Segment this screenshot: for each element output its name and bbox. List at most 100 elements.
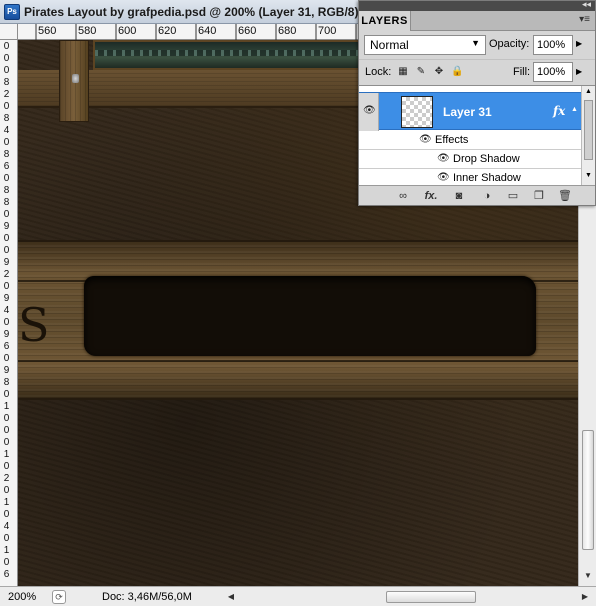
zoom-level[interactable]: 200% (0, 591, 48, 603)
ruler-digit: 0 (3, 317, 10, 328)
ruler-digit: 1 (3, 401, 10, 412)
vertical-ruler[interactable]: 0008208408608809009209409609801000102010… (0, 40, 18, 586)
ruler-digit: 9 (3, 329, 10, 340)
ruler-digit: 0 (3, 137, 10, 148)
horizontal-scroll-thumb[interactable] (386, 590, 476, 603)
effect-name: Inner Shadow (453, 172, 521, 184)
ruler-label: 620 (158, 25, 177, 37)
ruler-digit: 2 (3, 89, 10, 100)
layer-thumbnail (401, 96, 433, 128)
ruler-digit: 8 (3, 77, 10, 88)
ruler-digit: 0 (3, 41, 10, 52)
lock-image-icon[interactable]: ✎ (415, 66, 427, 78)
ruler-digit: 2 (3, 473, 10, 484)
lock-all-icon[interactable]: 🔒 (451, 66, 463, 78)
ruler-digit: 8 (3, 197, 10, 208)
ps-app-icon: Ps (4, 3, 20, 20)
folder-icon[interactable]: ▭ (505, 189, 521, 203)
ruler-digit: 1 (3, 497, 10, 508)
opacity-label: Opacity: (489, 38, 530, 50)
ruler-digit: 0 (3, 533, 10, 544)
ruler-digit: 0 (3, 389, 10, 400)
ruler-digit: 8 (3, 113, 10, 124)
ruler-label: 640 (198, 25, 217, 37)
mask-icon[interactable]: ◙ (451, 189, 467, 203)
ruler-digit: 6 (3, 341, 10, 352)
ruler-label: 680 (278, 25, 297, 37)
effect-name: Drop Shadow (453, 153, 520, 165)
effect-row-inner-shadow[interactable]: 👁 Inner Shadow (359, 169, 581, 185)
ruler-digit: 0 (3, 173, 10, 184)
trash-icon[interactable]: 🗑 (557, 189, 573, 203)
lock-position-icon[interactable]: ✥ (433, 66, 445, 78)
ruler-digit: 0 (3, 101, 10, 112)
status-info-icon[interactable]: ⟳ (52, 589, 66, 604)
layer-row-layer-31[interactable]: 👁 Layer 31 fx ▲ (359, 92, 581, 131)
document-size[interactable]: Doc: 3,46M/56,0M (74, 591, 224, 603)
canvas-sign-cutout (84, 276, 536, 356)
ruler-digit: 1 (3, 449, 10, 460)
ruler-label: 660 (238, 25, 257, 37)
tab-layers[interactable]: LAYERS (359, 11, 411, 31)
layer-name[interactable]: Layer 31 (443, 105, 492, 119)
blend-mode-dropdown[interactable]: Normal ▼ (364, 35, 486, 55)
blend-mode-value: Normal (370, 38, 409, 52)
effects-label: Effects (435, 134, 469, 146)
panel-tab-bar: LAYERS ▾≡ (359, 11, 595, 31)
opacity-field[interactable]: 100% (533, 35, 573, 55)
status-bar: 200% ⟳ Doc: 3,46M/56,0M ◀ ▶ (0, 586, 596, 606)
vertical-scroll-thumb[interactable] (582, 430, 594, 550)
canvas-horizontal-scrollbar[interactable] (238, 590, 578, 604)
ruler-label: 700 (318, 25, 337, 37)
adjustment-icon[interactable]: ◑ (479, 189, 495, 203)
scroll-up-arrow-icon[interactable]: ▲ (585, 88, 592, 95)
scroll-left-arrow-icon[interactable]: ◀ (224, 592, 238, 601)
ruler-digit: 0 (3, 65, 10, 76)
lock-row: Lock: ▦ ✎ ✥ 🔒 Fill: 100% ▶ (359, 59, 595, 83)
ruler-digit: 0 (3, 245, 10, 256)
layer-fx-icon[interactable]: fx (553, 104, 565, 118)
plank-seam (18, 360, 578, 362)
layer-list-scrollbar[interactable]: ▲ ▼ (581, 86, 595, 185)
lock-transparency-icon[interactable]: ▦ (397, 66, 409, 78)
scroll-down-arrow-icon[interactable]: ▼ (582, 570, 594, 582)
ruler-label: 600 (118, 25, 137, 37)
layer-list-scroll-thumb[interactable] (584, 100, 593, 160)
ruler-digit: 0 (3, 425, 10, 436)
collapse-panel-icon[interactable]: ◂◂ (582, 0, 591, 10)
fill-field[interactable]: 100% (533, 62, 573, 82)
new-layer-icon[interactable]: ❐ (531, 189, 547, 203)
scroll-down-arrow-icon[interactable]: ▼ (585, 172, 592, 179)
ruler-digit: 9 (3, 365, 10, 376)
layer-visibility-toggle[interactable]: 👁 (359, 93, 379, 131)
layers-panel: ◂◂ LAYERS ▾≡ Normal ▼ Opacity: 100% ▶ Lo… (358, 0, 596, 206)
fill-slider-arrow-icon[interactable]: ▶ (576, 67, 582, 76)
ruler-digit: 4 (3, 125, 10, 136)
blend-row: Normal ▼ Opacity: 100% ▶ (359, 31, 595, 59)
canvas-photo-strip (93, 40, 393, 70)
fx-icon[interactable]: fx. (423, 189, 439, 203)
ruler-digit: 0 (3, 53, 10, 64)
opacity-slider-arrow-icon[interactable]: ▶ (576, 39, 582, 48)
scroll-right-arrow-icon[interactable]: ▶ (578, 592, 592, 601)
ruler-label: 560 (38, 25, 57, 37)
ruler-digit: 6 (3, 569, 10, 580)
ruler-digit: 9 (3, 293, 10, 304)
eye-icon[interactable]: 👁 (437, 172, 450, 183)
ruler-digit: 4 (3, 305, 10, 316)
link-icon[interactable]: ∞ (395, 189, 411, 203)
effects-group-row[interactable]: 👁 Effects (359, 131, 581, 150)
ruler-digit: 0 (3, 413, 10, 424)
ruler-digit: 0 (3, 353, 10, 364)
expand-effects-icon[interactable]: ▲ (571, 106, 578, 113)
eye-icon[interactable]: 👁 (437, 153, 450, 164)
effect-row-drop-shadow[interactable]: 👁 Drop Shadow (359, 150, 581, 169)
eye-icon[interactable]: 👁 (419, 134, 432, 145)
ruler-corner[interactable] (0, 24, 18, 40)
ruler-digit: 0 (3, 557, 10, 568)
ruler-digit: 0 (3, 485, 10, 496)
document-title: Pirates Layout by grafpedia.psd @ 200% (… (24, 4, 359, 19)
ruler-digit: 9 (3, 257, 10, 268)
panel-menu-icon[interactable]: ▾≡ (579, 14, 590, 25)
ruler-digit: 0 (3, 281, 10, 292)
